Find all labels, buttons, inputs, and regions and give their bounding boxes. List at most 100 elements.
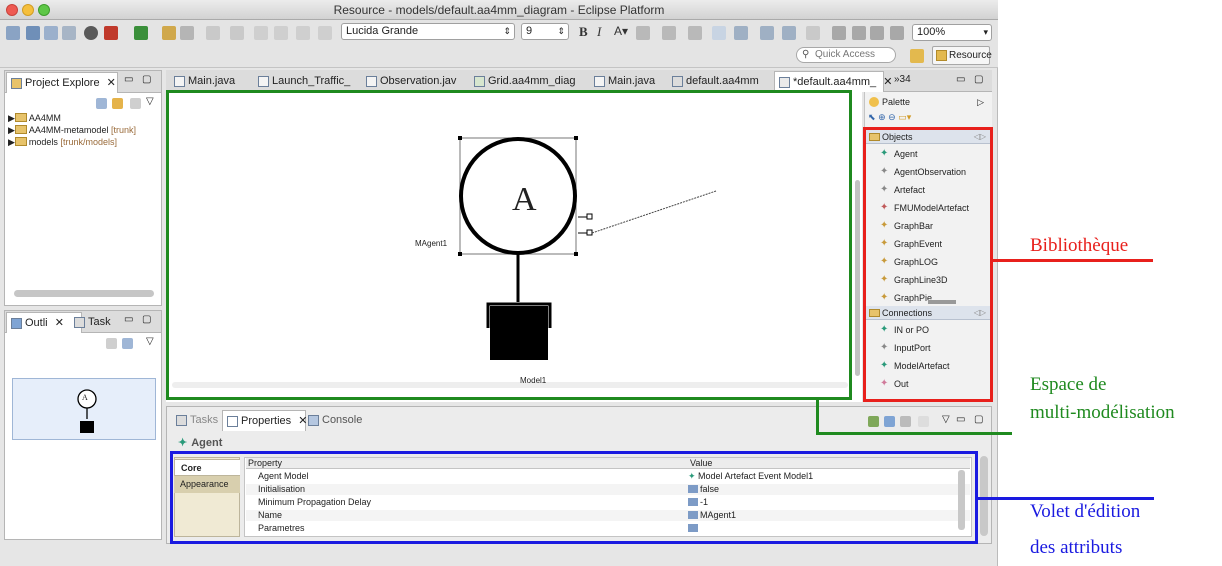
project-explorer-tab-label: Project Explore (25, 77, 100, 89)
show-advanced-icon[interactable] (900, 416, 911, 427)
tab-main-java-2[interactable]: Main.java (590, 71, 666, 92)
tab-task[interactable]: Task (70, 312, 120, 333)
line-color-icon[interactable] (662, 26, 676, 40)
project-icon (14, 137, 27, 146)
quick-access-field[interactable]: ⚲ Quick Access (796, 47, 896, 63)
collapse-all-icon[interactable] (96, 98, 107, 109)
close-icon[interactable]: ✕ (55, 317, 64, 329)
open-type-icon[interactable] (162, 26, 176, 40)
bold-button[interactable]: B (579, 24, 588, 40)
maximize-view-icon[interactable]: ▢ (142, 74, 151, 85)
show-categories-icon[interactable] (884, 416, 895, 427)
zoom-out-tool-icon[interactable]: ⊖ (888, 112, 896, 122)
history-icon[interactable] (296, 26, 310, 40)
maximize-view-icon[interactable]: ▢ (142, 314, 151, 325)
minimize-view-icon[interactable]: ▭ (124, 74, 133, 85)
tab-launch-traffic[interactable]: Launch_Traffic_ (254, 71, 354, 92)
properties-scrollbar[interactable] (980, 456, 988, 536)
tree-item-suffix: [trunk/models] (60, 137, 117, 147)
resource-perspective-button[interactable]: Resource (932, 46, 992, 65)
tab-main-java[interactable]: Main.java (170, 71, 252, 92)
pin-view-icon[interactable] (868, 416, 879, 427)
tab-default-aa4mm[interactable]: default.aa4mm (668, 71, 760, 92)
italic-button[interactable]: I (597, 24, 601, 40)
maximize-view-icon[interactable]: ▢ (974, 74, 983, 85)
debug-icon[interactable] (84, 26, 98, 40)
font-size-combo[interactable]: 9 ⇕ (521, 23, 569, 40)
minimize-view-icon[interactable]: ▭ (956, 74, 965, 85)
arrange-icon[interactable] (760, 26, 774, 40)
note-tool-icon[interactable]: ▭▾ (898, 112, 911, 122)
editor-tab-label: Grid.aa4mm_diag (488, 75, 576, 87)
line-style-icon[interactable] (688, 26, 702, 40)
view-menu-chevron-icon[interactable]: ▽ (942, 414, 950, 425)
horizontal-scrollbar[interactable] (14, 290, 154, 297)
editor-tab-label: Main.java (188, 75, 236, 87)
outline-tab-label: Outli (25, 317, 48, 329)
filter-icon[interactable] (832, 26, 846, 40)
router-icon[interactable] (806, 26, 820, 40)
select-tool-icon[interactable]: ⬉ (868, 112, 876, 122)
project-icon (14, 125, 27, 134)
view-menu-chevron-icon[interactable]: ▽ (146, 336, 154, 347)
outline-thumbnail[interactable] (12, 378, 156, 440)
minimize-view-icon[interactable]: ▭ (956, 414, 965, 425)
editor-tab-label: Main.java (608, 75, 656, 87)
zoom-window-button[interactable] (38, 4, 50, 16)
modeling-space-connector-horizontal (816, 432, 1012, 435)
zoom-in-tool-icon[interactable]: ⊕ (878, 112, 886, 122)
run-icon[interactable] (104, 26, 118, 40)
close-icon[interactable]: ✕ (107, 77, 116, 89)
save-all-icon[interactable] (44, 26, 58, 40)
tab-tasks[interactable]: Tasks (172, 410, 222, 431)
previous-annotation-icon[interactable] (230, 26, 244, 40)
font-color-button[interactable]: A▾ (614, 24, 628, 38)
close-icon[interactable]: ✕ (883, 76, 892, 88)
editor-tab-label: default.aa4mm (686, 75, 759, 87)
minimize-view-icon[interactable]: ▭ (124, 314, 133, 325)
minimize-window-button[interactable] (22, 4, 34, 16)
tab-properties[interactable]: Properties ✕ (222, 410, 307, 431)
arrow-style-icon[interactable] (712, 26, 726, 40)
font-family-combo[interactable]: Lucida Grande ⇕ (341, 23, 515, 40)
select-all-icon[interactable] (734, 26, 748, 40)
zoom-combo[interactable]: 100% ▾ (912, 24, 992, 41)
palette-collapse-icon[interactable]: ▷ (977, 94, 984, 110)
tab-overflow-indicator[interactable]: »34 (894, 74, 911, 85)
tab-default-diagram-active[interactable]: *default.aa4mm_ ✕ (774, 71, 892, 92)
tree-item-models[interactable]: ▶ models [trunk/models] (8, 136, 117, 148)
tree-item-aa4mm-metamodel[interactable]: ▶ AA4MM-metamodel [trunk] (8, 124, 136, 136)
focus-icon[interactable] (130, 98, 141, 109)
tab-console[interactable]: Console (304, 410, 364, 431)
diagram-file-icon (779, 77, 790, 88)
tab-grid-diagram[interactable]: Grid.aa4mm_diag (470, 71, 580, 92)
maximize-view-icon[interactable]: ▢ (974, 414, 983, 425)
external-tools-icon[interactable] (134, 26, 148, 40)
tab-project-explorer[interactable]: Project Explore ✕ (6, 72, 118, 93)
align-icon[interactable] (782, 26, 796, 40)
link-with-editor-icon[interactable] (112, 98, 123, 109)
search-tool-icon[interactable] (180, 26, 194, 40)
forward-icon[interactable] (274, 26, 288, 40)
view-menu-chevron-icon[interactable]: ▽ (146, 96, 154, 107)
bottom-tab-label: Properties (241, 415, 292, 427)
font-family-value: Lucida Grande (346, 25, 419, 37)
fill-color-icon[interactable] (636, 26, 650, 40)
close-window-button[interactable] (6, 4, 18, 16)
delete-icon[interactable] (852, 26, 866, 40)
tab-observation-java[interactable]: Observation.jav (362, 71, 462, 92)
save-icon[interactable] (26, 26, 40, 40)
back-icon[interactable] (254, 26, 268, 40)
outline-tree-icon[interactable] (106, 338, 117, 349)
show-icon[interactable] (890, 26, 904, 40)
outline-overview-icon[interactable] (122, 338, 133, 349)
next-annotation-icon[interactable] (206, 26, 220, 40)
size-icon[interactable] (870, 26, 884, 40)
tree-item-aa4mm[interactable]: ▶ AA4MM (8, 112, 61, 124)
new-icon[interactable] (6, 26, 20, 40)
open-perspective-icon[interactable] (910, 49, 924, 63)
restore-default-icon[interactable] (918, 416, 929, 427)
search-icon: ⚲ (802, 49, 810, 60)
pin-icon[interactable] (318, 26, 332, 40)
print-icon[interactable] (62, 26, 76, 40)
